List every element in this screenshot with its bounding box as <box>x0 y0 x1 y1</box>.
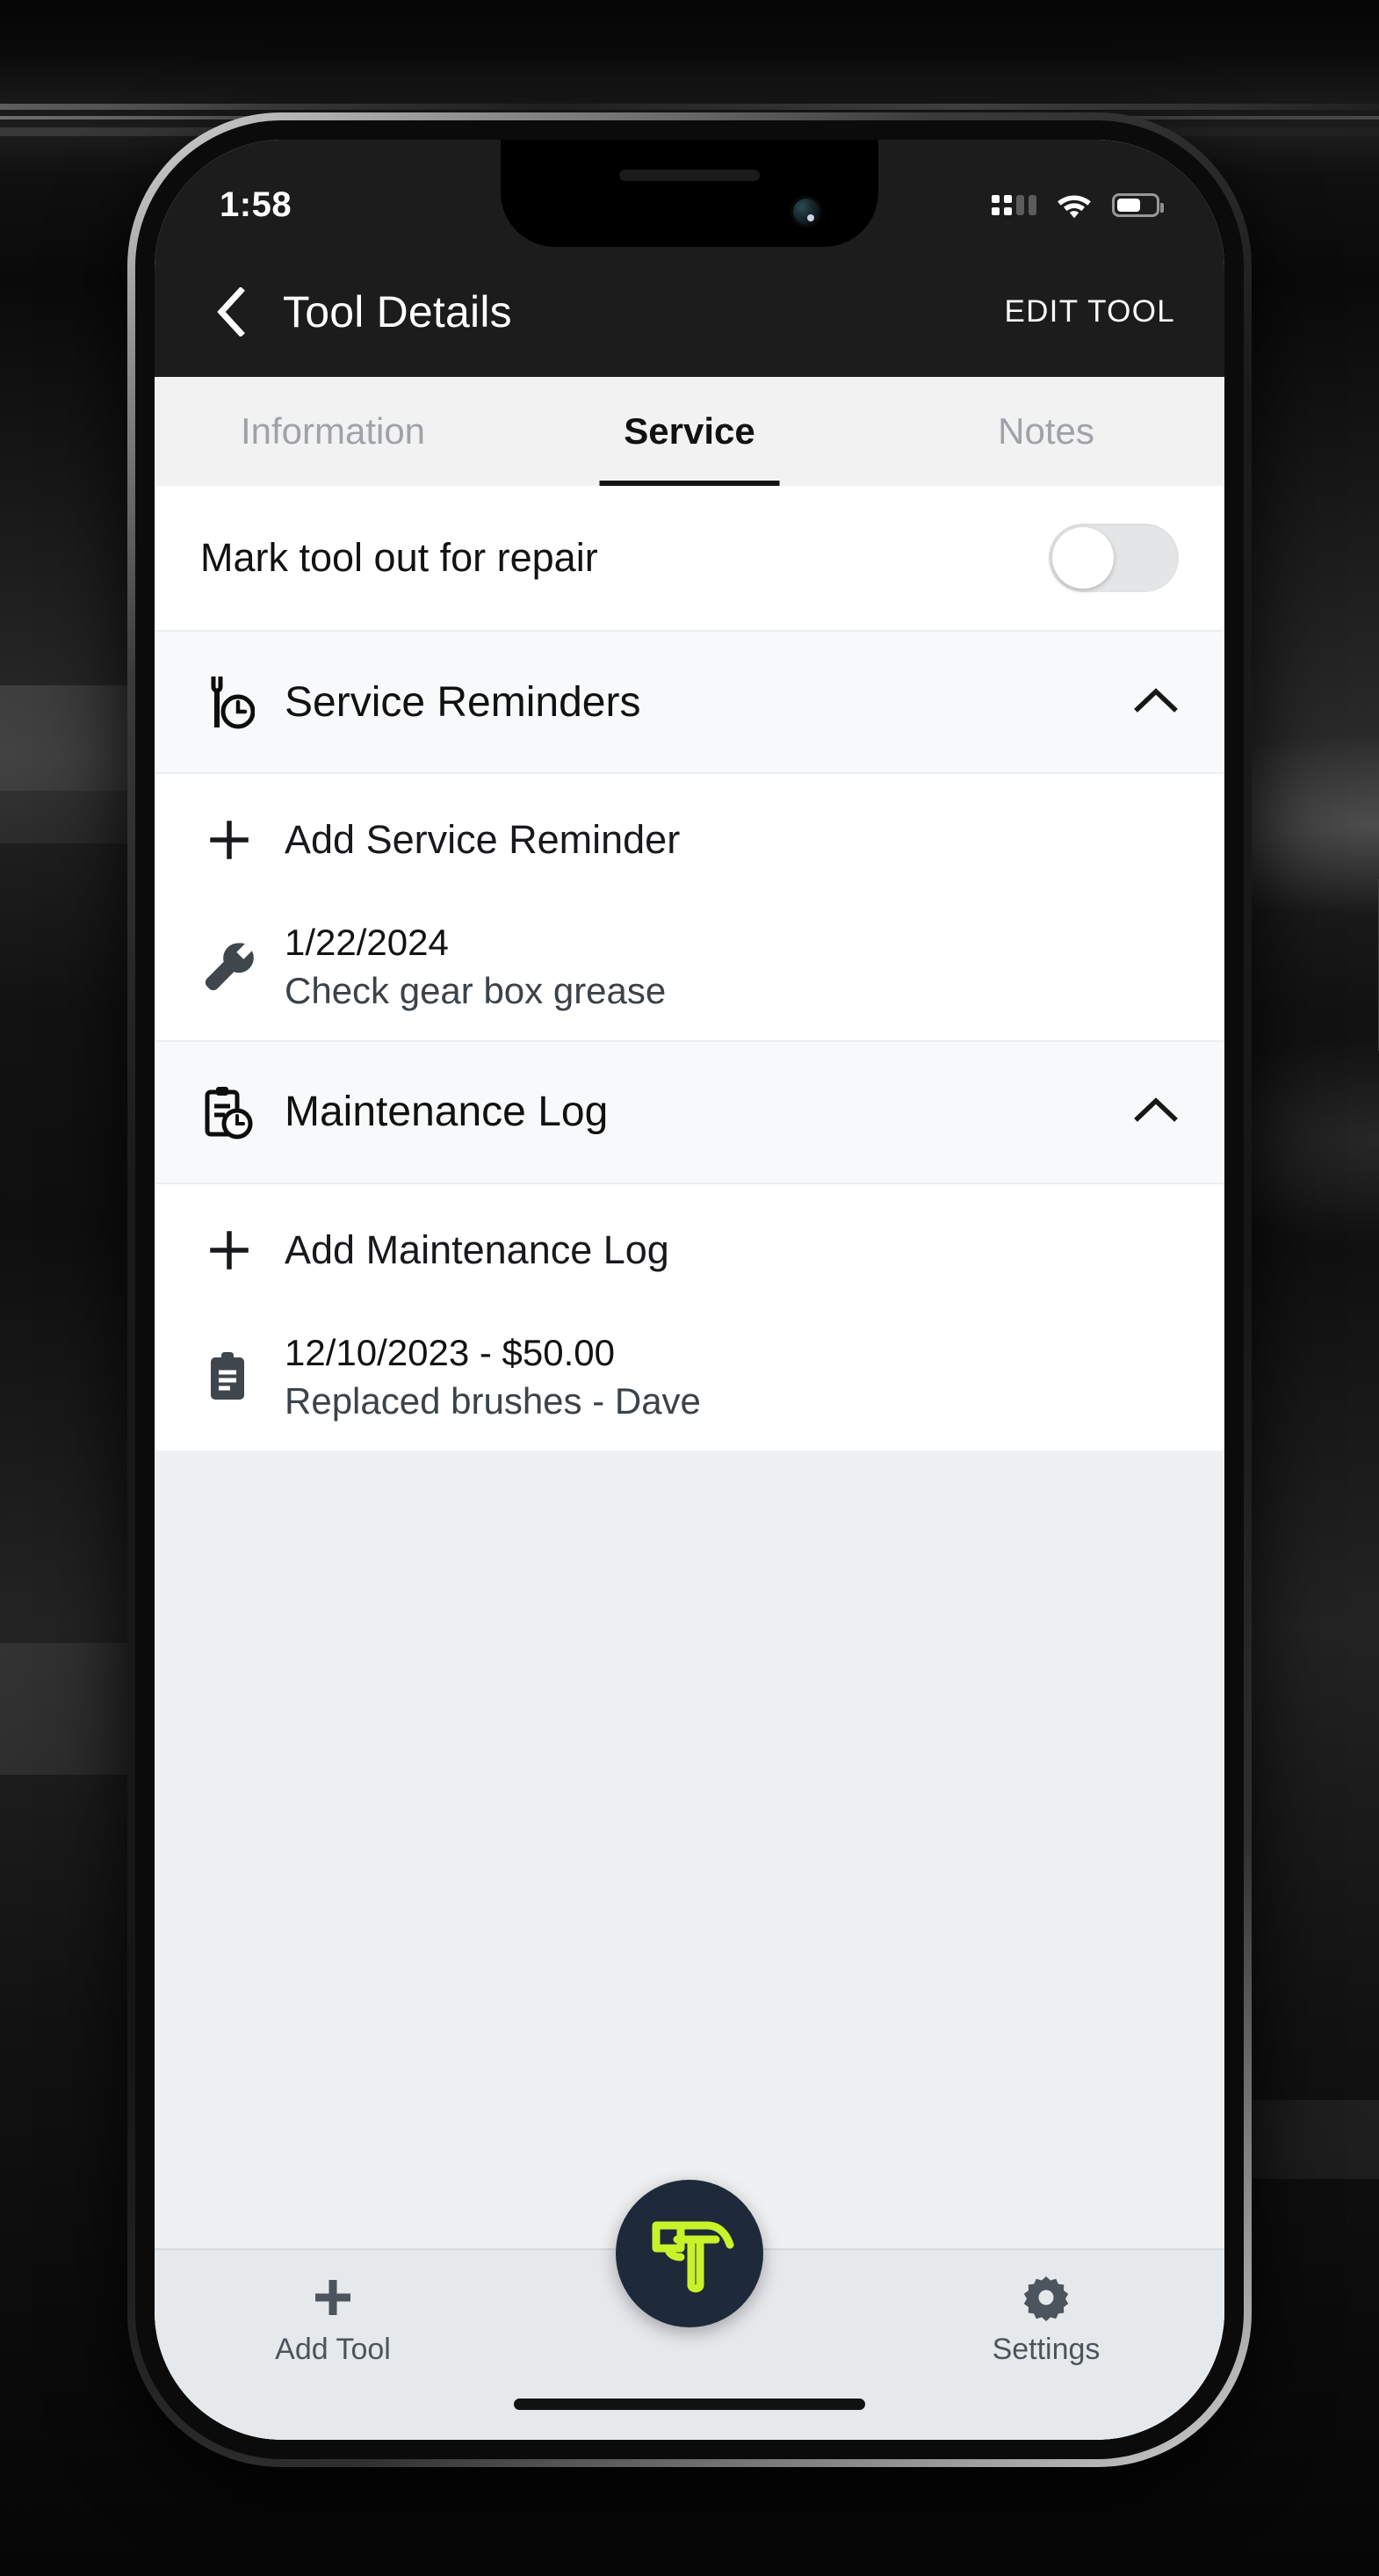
add-tool-label: Add Tool <box>275 2333 391 2366</box>
battery-icon <box>1112 192 1164 217</box>
status-time: 1:58 <box>220 185 292 224</box>
hammer-logo-icon <box>652 2221 734 2293</box>
service-reminder-entry-text: 1/22/2024 Check gear box grease <box>285 918 666 1016</box>
status-indicators <box>992 191 1164 219</box>
wrench-icon <box>200 939 258 994</box>
cellular-signal-icon <box>992 194 1036 215</box>
service-tab-content: Mark tool out for repair Service Reminde… <box>155 486 1224 2440</box>
maintenance-log-entry-text: 12/10/2023 - $50.00 Replaced brushes - D… <box>285 1328 701 1426</box>
edit-tool-button[interactable]: EDIT TOOL <box>1004 294 1175 329</box>
add-service-reminder-button[interactable]: Add Service Reminder <box>155 774 1224 906</box>
maintenance-log-entry[interactable]: 12/10/2023 - $50.00 Replaced brushes - D… <box>155 1315 1224 1451</box>
phone-device: 1:58 Tool Details EDIT TOOL Information … <box>127 112 1379 2467</box>
settings-label: Settings <box>992 2333 1101 2366</box>
tab-information[interactable]: Information <box>155 377 511 486</box>
service-reminder-entry[interactable]: 1/22/2024 Check gear box grease <box>155 906 1224 1040</box>
add-service-reminder-label: Add Service Reminder <box>285 817 681 862</box>
mark-out-for-repair-toggle[interactable] <box>1049 524 1179 592</box>
section-title: Maintenance Log <box>285 1089 609 1136</box>
wrench-clock-icon <box>200 675 258 729</box>
wifi-icon <box>1056 191 1093 219</box>
gear-icon <box>1023 2276 1069 2321</box>
section-header-service-reminders[interactable]: Service Reminders <box>155 630 1224 774</box>
phone-screen: 1:58 Tool Details EDIT TOOL Information … <box>155 140 1224 2440</box>
add-maintenance-log-button[interactable]: Add Maintenance Log <box>155 1183 1224 1316</box>
add-tool-button[interactable]: Add Tool <box>155 2250 511 2367</box>
earpiece-speaker <box>619 170 760 181</box>
home-indicator[interactable] <box>514 2399 865 2410</box>
maintenance-log-date-cost: 12/10/2023 - $50.00 <box>285 1331 615 1373</box>
section-header-maintenance-log[interactable]: Maintenance Log <box>155 1039 1224 1184</box>
clipboard-icon <box>200 1350 258 1404</box>
section-title: Service Reminders <box>285 678 641 726</box>
navigation-bar: Tool Details EDIT TOOL <box>155 247 1224 377</box>
page-title: Tool Details <box>283 287 512 336</box>
plus-icon <box>315 2280 350 2315</box>
settings-button[interactable]: Settings <box>868 2250 1224 2367</box>
display-notch <box>501 140 878 247</box>
back-button[interactable] <box>204 286 256 338</box>
tab-notes[interactable]: Notes <box>868 377 1224 486</box>
content-empty-space <box>155 1450 1224 1828</box>
hammer-logo-fab-button[interactable] <box>616 2180 763 2327</box>
studio-backdrop: 1:58 Tool Details EDIT TOOL Information … <box>0 0 1379 2576</box>
front-camera <box>791 196 822 228</box>
service-reminder-date: 1/22/2024 <box>285 922 449 963</box>
chevron-up-icon[interactable] <box>1133 686 1179 719</box>
add-maintenance-log-label: Add Maintenance Log <box>285 1226 669 1272</box>
mark-out-for-repair-label: Mark tool out for repair <box>200 535 598 580</box>
chevron-left-icon <box>217 287 245 336</box>
phone-bezel: 1:58 Tool Details EDIT TOOL Information … <box>135 120 1244 2459</box>
chevron-up-icon[interactable] <box>1133 1096 1179 1128</box>
backdrop-streak <box>0 104 1379 110</box>
tab-bar: Information Service Notes <box>155 377 1224 486</box>
toggle-knob <box>1052 527 1114 589</box>
mark-out-for-repair-row[interactable]: Mark tool out for repair <box>155 486 1224 630</box>
tab-service[interactable]: Service <box>511 377 868 486</box>
plus-icon <box>200 819 258 861</box>
service-reminder-description: Check gear box grease <box>285 970 667 1012</box>
clipboard-clock-icon <box>200 1085 258 1140</box>
maintenance-log-description: Replaced brushes - Dave <box>285 1380 701 1422</box>
plus-icon <box>200 1229 258 1271</box>
service-sheet: Mark tool out for repair Service Reminde… <box>155 486 1224 1451</box>
